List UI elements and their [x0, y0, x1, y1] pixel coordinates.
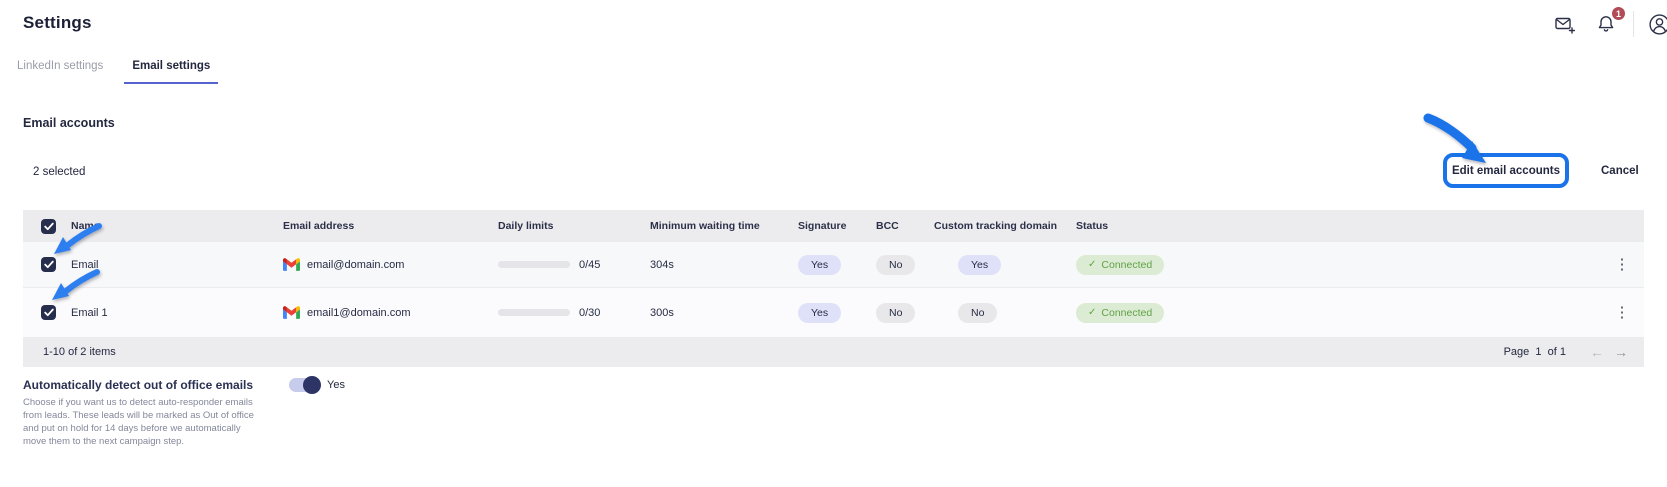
- column-header-status: Status: [1076, 220, 1600, 232]
- bcc-badge: No: [876, 303, 915, 323]
- page-label: Page: [1504, 346, 1530, 358]
- selected-count: 2 selected: [33, 166, 85, 178]
- row-checkbox[interactable]: [41, 305, 56, 320]
- signature-badge: Yes: [798, 255, 841, 275]
- checkmark-icon: [44, 260, 54, 269]
- auto-detect-ooo-toggle[interactable]: Yes: [289, 378, 345, 392]
- column-header-bcc: BCC: [876, 220, 934, 232]
- cancel-button[interactable]: Cancel: [1601, 165, 1639, 177]
- custom-tracking-badge: No: [958, 303, 997, 323]
- tab-email-settings[interactable]: Email settings: [124, 58, 218, 84]
- auto-detect-ooo-label: Automatically detect out of office email…: [23, 378, 253, 392]
- email-accounts-table: Name Email address Daily limits Minimum …: [23, 210, 1644, 367]
- page-of-label: of 1: [1548, 346, 1566, 358]
- compose-email-button[interactable]: [1550, 10, 1578, 38]
- daily-limit-value: 0/45: [579, 259, 600, 271]
- daily-limit-progress-bar: [498, 261, 570, 268]
- select-all-checkbox[interactable]: [41, 219, 56, 234]
- column-header-signature: Signature: [798, 220, 876, 232]
- account-email: email1@domain.com: [307, 307, 411, 319]
- check-icon: ✓: [1088, 259, 1096, 270]
- gmail-icon: [283, 306, 300, 319]
- user-avatar-icon: [1648, 13, 1667, 36]
- page-number: 1: [1535, 346, 1541, 358]
- toggle-state-label: Yes: [327, 379, 345, 391]
- notifications-button[interactable]: 1: [1592, 10, 1620, 38]
- bcc-badge: No: [876, 255, 915, 275]
- envelope-plus-icon: [1554, 14, 1575, 35]
- tab-linkedin-settings[interactable]: LinkedIn settings: [16, 58, 104, 84]
- row-checkbox[interactable]: [41, 257, 56, 272]
- status-badge: ✓ Connected: [1076, 255, 1164, 275]
- checkmark-icon: [44, 222, 54, 231]
- section-title: Email accounts: [23, 116, 115, 130]
- column-header-name: Name: [71, 220, 283, 232]
- auto-detect-ooo-description: Choose if you want us to detect auto-res…: [23, 396, 265, 448]
- row-menu-button[interactable]: ⋮: [1609, 303, 1636, 322]
- daily-limit-value: 0/30: [579, 307, 600, 319]
- daily-limit-progress-bar: [498, 309, 570, 316]
- edit-button-highlight-annotation: Edit email accounts: [1443, 153, 1569, 188]
- column-header-daily-limits: Daily limits: [498, 220, 650, 232]
- topbar-divider: [1633, 11, 1634, 37]
- table-row-email1: Email 1 email1@domain.com 0/30 300s Yes …: [23, 288, 1644, 337]
- column-header-email: Email address: [283, 220, 498, 232]
- custom-tracking-badge: Yes: [958, 255, 1001, 275]
- toggle-knob: [303, 376, 321, 394]
- page-title: Settings: [23, 13, 92, 33]
- gmail-icon: [283, 258, 300, 271]
- checkmark-icon: [44, 308, 54, 317]
- account-name: Email 1: [71, 307, 283, 319]
- min-waiting-value: 304s: [650, 259, 798, 271]
- column-header-custom-tracking: Custom tracking domain: [934, 220, 1076, 232]
- account-name: Email: [71, 259, 283, 271]
- row-menu-button[interactable]: ⋮: [1609, 255, 1636, 274]
- column-header-min-waiting: Minimum waiting time: [650, 220, 798, 232]
- min-waiting-value: 300s: [650, 307, 798, 319]
- items-count-text: 1-10 of 2 items: [43, 346, 116, 358]
- topbar: 1: [1550, 10, 1667, 38]
- toggle-switch[interactable]: [289, 378, 320, 392]
- notification-badge: 1: [1611, 6, 1626, 21]
- status-badge: ✓ Connected: [1076, 303, 1164, 323]
- check-icon: ✓: [1088, 307, 1096, 318]
- table-header-row: Name Email address Daily limits Minimum …: [23, 210, 1644, 242]
- table-footer: 1-10 of 2 items Page 1 of 1 ← →: [23, 337, 1644, 367]
- account-email: email@domain.com: [307, 259, 404, 271]
- previous-page-button[interactable]: ←: [1590, 344, 1604, 360]
- next-page-button[interactable]: →: [1614, 344, 1628, 360]
- signature-badge: Yes: [798, 303, 841, 323]
- edit-email-accounts-button[interactable]: Edit email accounts: [1452, 165, 1560, 177]
- settings-tabs: LinkedIn settings Email settings: [0, 58, 218, 84]
- profile-button[interactable]: [1645, 10, 1667, 38]
- table-row-email: Email email@domain.com 0/45 304s Yes No …: [23, 242, 1644, 288]
